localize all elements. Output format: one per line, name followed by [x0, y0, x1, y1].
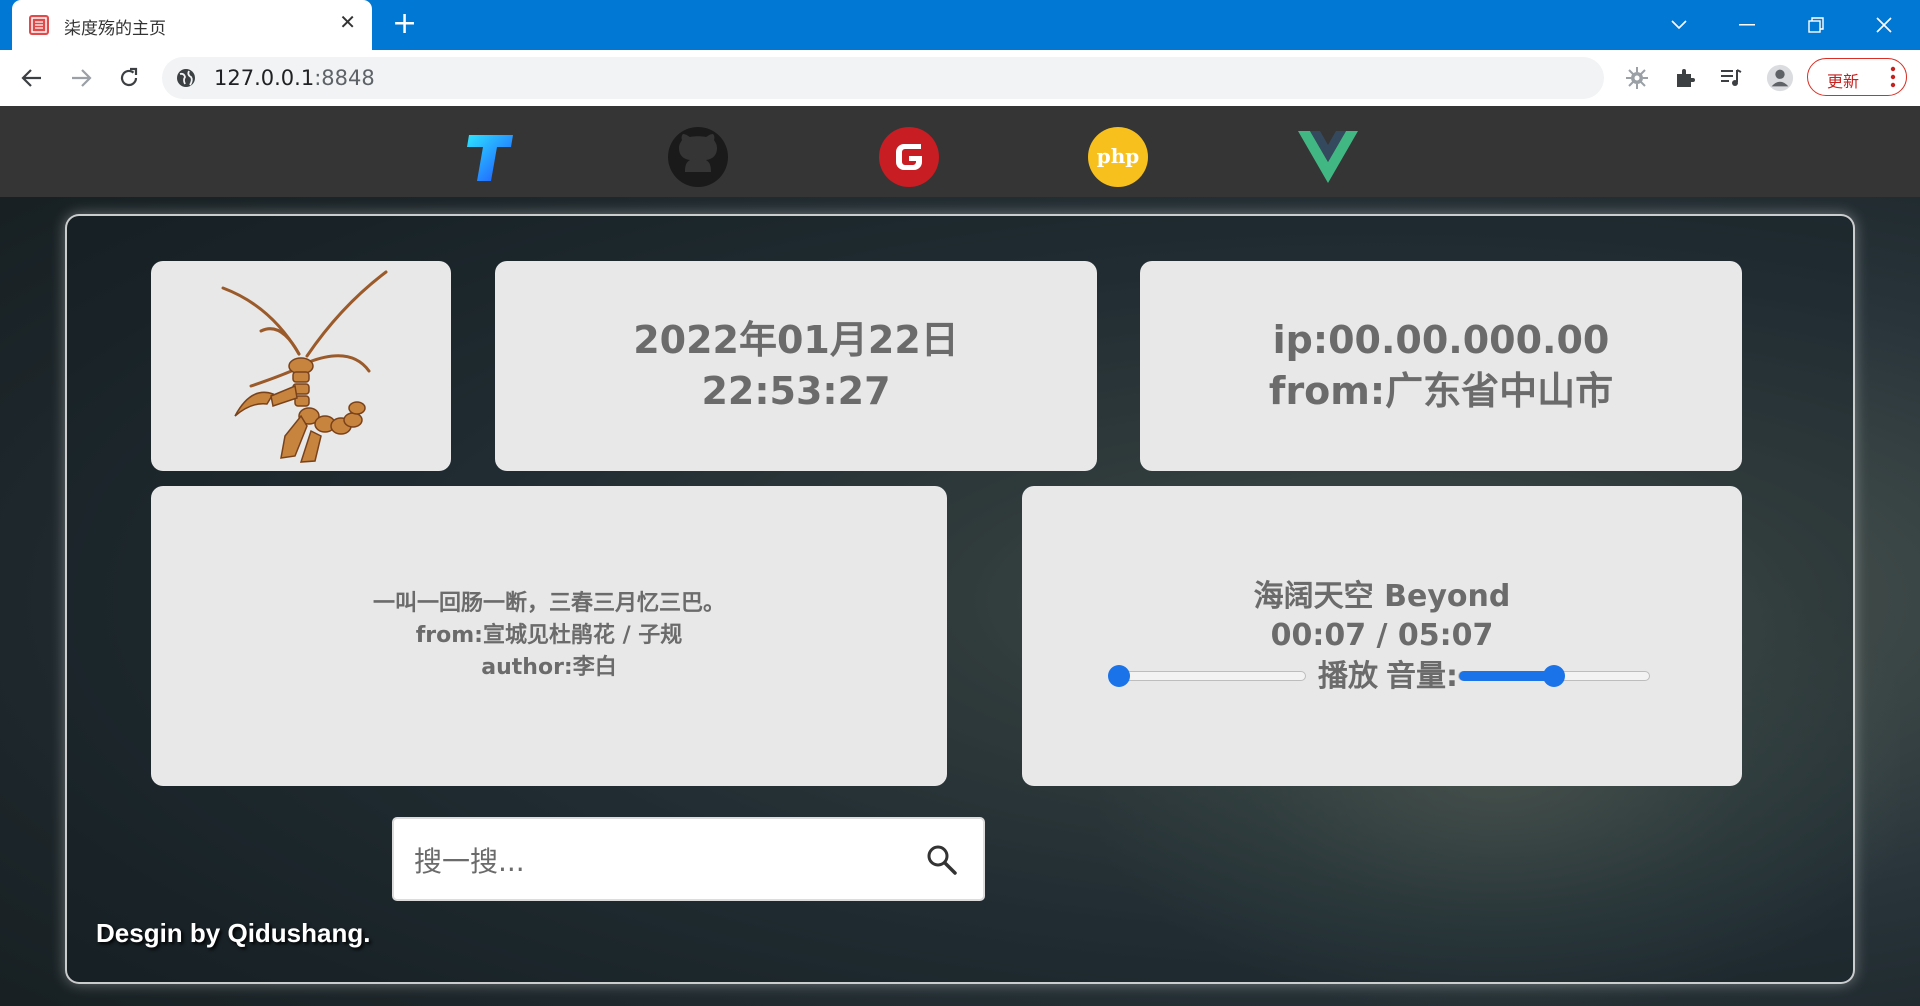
forward-arrow-icon[interactable] — [67, 64, 95, 92]
site-nav-bar: php — [0, 106, 1920, 197]
main-glass-panel: 2022年01月22日 22:53:27 ip:00.00.000.00 fro… — [65, 214, 1855, 984]
gitee-icon[interactable] — [878, 126, 940, 188]
url-text[interactable]: 127.0.0.1:8848 — [214, 66, 375, 90]
ip-text: ip:00.00.000.00 — [1272, 318, 1610, 362]
extension-gear-icon[interactable] — [1623, 64, 1651, 92]
progress-slider[interactable] — [1108, 665, 1306, 687]
progress-thumb[interactable] — [1108, 665, 1131, 687]
poem-author: author:李白 — [481, 655, 617, 680]
search-input[interactable] — [412, 833, 896, 889]
datetime-card: 2022年01月22日 22:53:27 — [495, 261, 1097, 471]
volume-slider[interactable] — [1458, 665, 1650, 687]
globe-icon[interactable] — [176, 68, 196, 88]
update-label: 更新 — [1827, 72, 1860, 91]
search-icon[interactable] — [925, 843, 959, 877]
update-button[interactable]: 更新 — [1807, 58, 1907, 96]
profile-avatar-icon[interactable] — [1766, 64, 1794, 92]
play-button[interactable]: 播放 — [1318, 657, 1378, 696]
poem-source: from:宣城见杜鹃花 / 子规 — [415, 623, 683, 648]
more-vertical-icon[interactable] — [1890, 65, 1896, 89]
dragon-avatar — [221, 270, 388, 463]
url-port: :8848 — [314, 66, 375, 90]
php-icon[interactable]: php — [1087, 126, 1149, 188]
poem-card: 一叫一回肠一断，三春三月忆三巴。 from:宣城见杜鹃花 / 子规 author… — [151, 486, 947, 786]
svg-text:php: php — [1097, 144, 1140, 168]
tab-search-chevron-icon[interactable] — [1662, 8, 1696, 42]
volume-label: 音量: — [1386, 658, 1458, 694]
browser-toolbar: 127.0.0.1:8848 更新 — [0, 50, 1920, 106]
url-host: 127.0.0.1 — [214, 66, 315, 90]
github-icon[interactable] — [667, 126, 729, 188]
close-window-icon[interactable] — [1867, 8, 1901, 42]
back-arrow-icon[interactable] — [18, 64, 46, 92]
tab-close-icon[interactable]: ✕ — [339, 12, 356, 32]
site-favicon-icon — [29, 15, 49, 35]
minimize-icon[interactable] — [1730, 8, 1764, 42]
time-text: 22:53:27 — [701, 369, 891, 413]
address-bar[interactable]: 127.0.0.1:8848 — [162, 57, 1604, 99]
footer-credit: Desgin by Qidushang. — [96, 918, 371, 948]
media-playlist-icon[interactable] — [1717, 64, 1745, 92]
volume-fill — [1459, 671, 1554, 681]
tab-title: 柒度殇的主页 — [64, 19, 166, 39]
date-text: 2022年01月22日 — [633, 318, 959, 362]
new-tab-plus-icon[interactable]: + — [392, 9, 417, 39]
song-progress-text: 00:07 / 05:07 — [1270, 617, 1494, 653]
browser-tab[interactable]: 柒度殇的主页 ✕ — [12, 0, 372, 51]
extensions-puzzle-icon[interactable] — [1671, 64, 1699, 92]
browser-tab-strip: 柒度殇的主页 ✕ + — [0, 0, 1920, 51]
music-player-card: 海阔天空 Beyond 00:07 / 05:07 播放 音量: — [1022, 486, 1742, 786]
restore-icon[interactable] — [1799, 8, 1833, 42]
player-controls: 播放 音量: — [1108, 657, 1650, 696]
vue-icon[interactable] — [1297, 126, 1359, 188]
typora-icon[interactable] — [458, 126, 520, 188]
poem-line: 一叫一回肠一断，三春三月忆三巴。 — [372, 591, 725, 616]
location-text: from:广东省中山市 — [1268, 369, 1614, 413]
ip-location-card: ip:00.00.000.00 from:广东省中山市 — [1140, 261, 1742, 471]
volume-thumb[interactable] — [1543, 665, 1565, 687]
search-box — [392, 817, 985, 901]
avatar-card — [151, 261, 451, 471]
song-title: 海阔天空 Beyond — [1253, 578, 1511, 614]
reload-icon[interactable] — [115, 64, 143, 92]
